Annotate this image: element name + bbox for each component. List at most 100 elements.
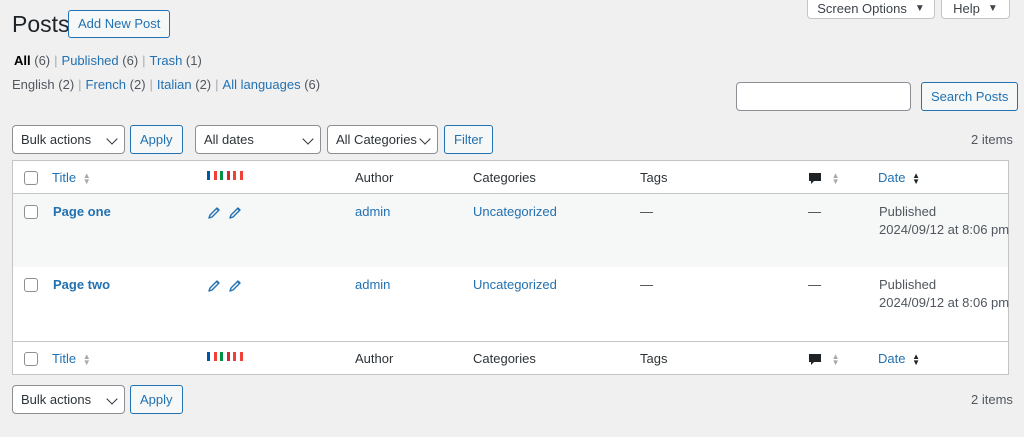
page-title: Posts xyxy=(12,11,70,37)
column-date-label: Date xyxy=(878,170,906,185)
column-categories: Categories xyxy=(473,170,536,185)
filter-italian[interactable]: Italian xyxy=(157,77,192,92)
flag-stripe xyxy=(226,352,230,361)
post-comments: — xyxy=(808,277,821,292)
filter-all-languages-count: (6) xyxy=(304,77,321,92)
items-count-top: 2 items xyxy=(971,132,1013,147)
language-filters: English (2) | French (2) | Italian (2) | All l… xyxy=(12,77,320,93)
post-category-link[interactable]: Uncategorized xyxy=(473,276,557,294)
bulk-actions-value: Bulk actions xyxy=(21,392,92,407)
table-footer: Title ▲ ▼ Author Categories Tags ▲ ▼ Date … xyxy=(13,341,1008,374)
bulk-actions-select-bottom[interactable]: Bulk actions xyxy=(12,385,125,414)
post-status: Published xyxy=(879,204,937,219)
edit-pencil-icon[interactable] xyxy=(207,206,221,220)
categories-select[interactable]: All Categories xyxy=(327,125,438,154)
filter-published-count: (6) xyxy=(122,53,139,68)
column-date-sort[interactable]: Date ▲ ▼ xyxy=(878,169,920,187)
flag-icon xyxy=(233,171,243,180)
column-date-sort[interactable]: Date ▲ ▼ xyxy=(878,350,920,368)
post-author-link[interactable]: admin xyxy=(355,276,390,294)
post-date: 2024/09/12 at 8:06 pm xyxy=(879,295,1010,310)
flag-stripe xyxy=(226,171,230,180)
column-tags: Tags xyxy=(640,170,668,185)
post-title-link[interactable]: Page two xyxy=(53,276,110,294)
filter-published[interactable]: Published xyxy=(62,53,119,68)
french-flag-icon xyxy=(207,171,217,180)
help-button[interactable]: Help ▼ xyxy=(941,0,1010,19)
divider: | xyxy=(142,53,146,68)
categories-value: All Categories xyxy=(336,132,417,147)
divider: | xyxy=(78,77,82,92)
help-label: Help xyxy=(953,0,980,16)
chevron-down-icon xyxy=(106,393,118,405)
comment-icon xyxy=(809,173,821,185)
dates-value: All dates xyxy=(204,132,254,147)
filter-button[interactable]: Filter xyxy=(444,125,493,154)
post-tags: — xyxy=(640,277,653,292)
row-checkbox[interactable] xyxy=(24,205,38,219)
post-category-link[interactable]: Uncategorized xyxy=(473,203,557,221)
flag-stripe xyxy=(213,171,217,180)
post-title-link[interactable]: Page one xyxy=(53,203,111,221)
comment-icon xyxy=(809,354,821,366)
flag-stripe xyxy=(239,171,243,180)
filter-trash-count: (1) xyxy=(185,53,202,68)
post-tags: — xyxy=(640,204,653,219)
table-row: Page one admin Uncategorized — — Publish… xyxy=(13,194,1009,267)
select-all-checkbox[interactable] xyxy=(24,171,38,185)
column-categories: Categories xyxy=(473,351,536,366)
column-date-label: Date xyxy=(878,351,906,366)
language-flags-header xyxy=(207,171,243,180)
french-flag-icon xyxy=(207,352,217,361)
search-input[interactable] xyxy=(736,82,911,111)
column-author: Author xyxy=(355,170,394,185)
filter-french[interactable]: French xyxy=(86,77,126,92)
filter-all-count: (6) xyxy=(34,53,51,68)
table-header: Title ▲ ▼ Author Categories Tags ▲ ▼ Date … xyxy=(13,161,1008,194)
items-count-bottom: 2 items xyxy=(971,392,1013,407)
bulk-actions-value: Bulk actions xyxy=(21,132,92,147)
sort-icon: ▲ ▼ xyxy=(831,170,840,186)
column-title-sort[interactable]: Title ▲ ▼ xyxy=(52,169,91,187)
sort-icon: ▲ ▼ xyxy=(912,170,921,186)
filter-all-languages[interactable]: All languages xyxy=(223,77,301,92)
flag-stripe xyxy=(213,352,217,361)
italian-flag-icon xyxy=(220,352,230,361)
flag-icon xyxy=(233,352,243,361)
divider: | xyxy=(215,77,219,92)
sort-icon: ▲ ▼ xyxy=(82,351,91,367)
filter-french-count: (2) xyxy=(129,77,146,92)
filter-english[interactable]: English xyxy=(12,77,55,92)
search-posts-button[interactable]: Search Posts xyxy=(921,82,1019,111)
apply-button-bottom[interactable]: Apply xyxy=(130,385,183,414)
edit-pencil-icon[interactable] xyxy=(228,279,242,293)
sort-icon: ▲ ▼ xyxy=(831,351,840,367)
dates-select[interactable]: All dates xyxy=(195,125,321,154)
language-flags-footer xyxy=(207,352,243,361)
filter-italian-count: (2) xyxy=(195,77,212,92)
row-checkbox[interactable] xyxy=(24,278,38,292)
italian-flag-icon xyxy=(220,171,230,180)
column-title-sort[interactable]: Title ▲ ▼ xyxy=(52,350,91,368)
filter-english-count: (2) xyxy=(58,77,75,92)
divider: | xyxy=(54,53,58,68)
caret-down-icon: ▼ xyxy=(987,2,998,14)
filter-trash[interactable]: Trash xyxy=(150,53,183,68)
select-all-checkbox[interactable] xyxy=(24,352,38,366)
apply-button-top[interactable]: Apply xyxy=(130,125,183,154)
bulk-actions-select-top[interactable]: Bulk actions xyxy=(12,125,125,154)
column-tags: Tags xyxy=(640,351,668,366)
post-author-link[interactable]: admin xyxy=(355,203,390,221)
screen-options-button[interactable]: Screen Options ▼ xyxy=(807,0,935,19)
column-title-label: Title xyxy=(52,351,77,366)
flag-stripe xyxy=(239,352,243,361)
divider: | xyxy=(149,77,153,92)
post-status: Published xyxy=(879,277,937,292)
column-author: Author xyxy=(355,351,394,366)
add-new-post-button[interactable]: Add New Post xyxy=(68,10,171,38)
edit-pencil-icon[interactable] xyxy=(207,279,221,293)
column-comments-sort[interactable]: ▲ ▼ xyxy=(808,169,840,187)
column-comments-sort[interactable]: ▲ ▼ xyxy=(808,350,840,368)
filter-all[interactable]: All xyxy=(14,53,31,68)
edit-pencil-icon[interactable] xyxy=(228,206,242,220)
